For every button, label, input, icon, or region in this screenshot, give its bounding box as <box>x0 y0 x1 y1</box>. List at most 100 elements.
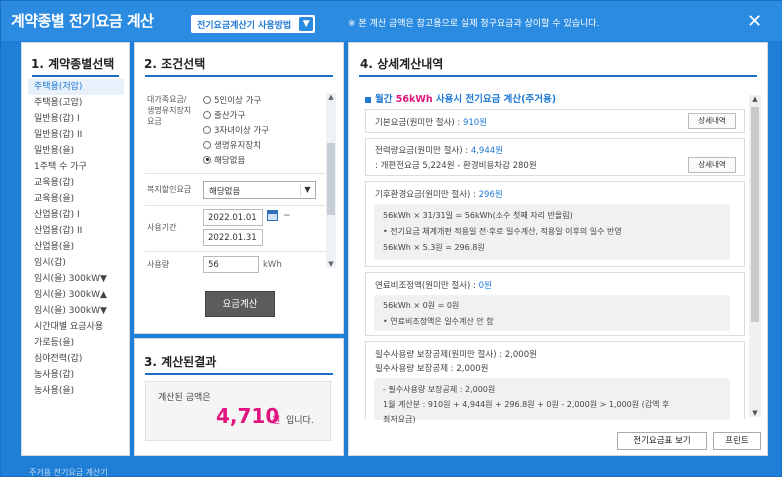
climate-charge-line: 기후환경요금(원미만 절사) : 296원 <box>375 188 503 200</box>
calculate-button[interactable]: 요금계산 <box>205 291 275 317</box>
climate-charge-value: 296원 <box>478 190 503 200</box>
contract-type-item[interactable]: 농사용(을) <box>28 383 124 399</box>
scroll-thumb[interactable] <box>751 107 759 322</box>
contract-type-item[interactable]: 시간대별 요금사용 <box>28 319 124 335</box>
energy-detail-button[interactable]: 상세내역 <box>688 157 736 173</box>
welfare-select[interactable]: 해당없음 ▼ <box>203 181 316 199</box>
scroll-up-icon[interactable]: ▲ <box>749 95 761 103</box>
radio-circle[interactable] <box>203 140 211 149</box>
energy-charge-box: 전력량요금(원미만 절사) : 4,944원 : 개편전요금 5,224원 - … <box>365 138 745 176</box>
calendar-icon[interactable] <box>267 210 278 221</box>
radio-birth[interactable]: 출산가구 <box>203 108 245 121</box>
contract-type-item[interactable]: 일반용(갑) I <box>28 111 124 127</box>
title-divider <box>145 373 333 375</box>
welfare-value: 해당없음 <box>209 187 241 197</box>
scroll-thumb[interactable] <box>327 143 335 215</box>
conditions-title: 2. 조건선택 <box>144 57 206 71</box>
min-guarantee-line: 필수사용량 보장공제(원미만 절사) : 2,000원 <box>375 350 537 360</box>
energy-charge-value: 4,944원 <box>470 146 503 156</box>
radio-life-support[interactable]: 생명유지장치 <box>203 138 261 151</box>
usage-guide-dropdown[interactable]: 전기요금계산기 사용방법 ▼ <box>191 15 316 33</box>
base-charge-line: 기본요금(원미만 절사) : 910원 <box>375 116 487 128</box>
detail-scrollbar[interactable]: ▲ ▼ <box>749 95 761 417</box>
discount-label-line1: 대가족요금/ <box>147 95 187 104</box>
contract-type-item[interactable]: 임시(을) 300kW▼ <box>28 271 124 287</box>
detail-title: 4. 상세계산내역 <box>360 57 444 71</box>
discount-label-line2: 생명유지장치 <box>147 106 192 115</box>
divider <box>145 173 329 174</box>
radio-circle[interactable] <box>203 95 211 104</box>
view-rate-table-button[interactable]: 전기요금표 보기 <box>617 432 707 450</box>
fuel-adjust-label: 연료비조정액(원미만 절사) : <box>375 281 479 291</box>
conditions-scrollbar[interactable]: ▲ ▼ <box>326 93 336 268</box>
min-calc-line: 1월 계산분 : 910원 + 4,944원 + 296.8원 + 0원 - 2… <box>383 400 670 409</box>
title-divider <box>32 75 119 77</box>
radio-none[interactable]: 해당없음 <box>203 153 245 166</box>
base-detail-button[interactable]: 상세내역 <box>688 113 736 129</box>
scroll-down-icon[interactable]: ▼ <box>326 260 336 268</box>
window-header: 계약종별 전기요금 계산 전기요금계산기 사용방법 ▼ ※ 본 계산 금액은 참… <box>1 1 782 41</box>
date-from-input[interactable]: 2022.01.01 <box>203 209 263 226</box>
climate-calc-line: 56kWh × 31/31일 = 56kWh(소수 첫째 자리 반올림) <box>383 211 573 220</box>
fuel-adjust-box: 연료비조정액(원미만 절사) : 0원 56kWh × 0원 = 0원 • 연료… <box>365 272 745 336</box>
conditions-panel: 2. 조건선택 대가족요금/ 생명유지장치 요금 5인이상 가구 출산가구 3자… <box>134 42 344 334</box>
contract-type-item[interactable]: 일반용(을) <box>28 143 124 159</box>
min-guarantee-line: 필수사용량 보장공제 : 2,000원 <box>375 364 489 374</box>
radio-circle[interactable] <box>203 125 211 134</box>
radio-label: 출산가구 <box>214 110 246 121</box>
contract-type-item[interactable]: 주택용(고압) <box>28 95 124 111</box>
usage-label: 사용량 <box>147 260 170 269</box>
contract-type-item[interactable]: 산업용(을) <box>28 239 124 255</box>
subtitle-pre: 월간 <box>375 94 396 105</box>
min-calc-line: - 필수사용량 보장공제 : 2,000원 <box>383 385 496 394</box>
contract-type-item[interactable]: 일반용(갑) II <box>28 127 124 143</box>
period-label: 사용기간 <box>147 223 177 232</box>
fuel-calc-box: 56kWh × 0원 = 0원 • 연료비조정액은 일수계산 안 함 <box>374 295 730 331</box>
radio-label: 해당없음 <box>214 155 246 166</box>
climate-charge-label: 기후환경요금(원미만 절사) : <box>375 190 479 200</box>
climate-calc-line: • 전기요금 체계개편 적용일 전·후로 일수계산, 적용일 이후의 일수 반영 <box>383 227 622 236</box>
contract-type-item[interactable]: 가로등(을) <box>28 335 124 351</box>
title-divider <box>359 75 757 77</box>
contract-type-item[interactable]: 주택용(저압) <box>28 79 124 95</box>
scroll-down-icon[interactable]: ▼ <box>749 409 761 417</box>
date-to-input[interactable]: 2022.01.31 <box>203 229 263 246</box>
contract-type-item[interactable]: 심야전력(갑) <box>28 351 124 367</box>
radio-label: 3자녀이상 가구 <box>214 125 270 136</box>
contract-type-item[interactable]: 임시(갑) <box>28 255 124 271</box>
contract-type-item[interactable]: 산업용(갑) II <box>28 223 124 239</box>
window-title: 계약종별 전기요금 계산 <box>11 12 154 30</box>
result-suffix: 입니다. <box>286 416 314 426</box>
usage-input[interactable]: 56 <box>203 256 259 273</box>
result-label: 계산된 금액은 <box>158 393 211 403</box>
radio-circle-selected[interactable] <box>203 155 211 164</box>
contract-type-item[interactable]: 교육용(을) <box>28 191 124 207</box>
energy-charge-line: 전력량요금(원미만 절사) : 4,944원 <box>375 144 503 156</box>
close-icon[interactable]: ✕ <box>747 13 762 31</box>
contract-type-item[interactable]: 1주택 수 가구 <box>28 159 124 175</box>
contract-type-item[interactable]: 교육용(갑) <box>28 175 124 191</box>
print-button[interactable]: 프린트 <box>713 432 761 450</box>
disclaimer-notice: ※ 본 계산 금액은 참고용으로 실제 청구요금과 상이할 수 있습니다. <box>348 19 600 29</box>
climate-charge-box: 기후환경요금(원미만 절사) : 296원 56kWh × 31/31일 = 5… <box>365 181 745 267</box>
bullet-square-icon <box>365 96 371 103</box>
base-charge-box: 기본요금(원미만 절사) : 910원 상세내역 <box>365 109 745 133</box>
base-charge-label: 기본요금(원미만 절사) : <box>375 118 463 128</box>
scroll-up-icon[interactable]: ▲ <box>326 93 336 101</box>
divider <box>145 251 329 252</box>
radio-three-children[interactable]: 3자녀이상 가구 <box>203 123 269 136</box>
fuel-calc-line: • 연료비조정액은 일수계산 안 함 <box>383 317 494 326</box>
result-panel: 3. 계산된결과 계산된 금액은 4,710 원 입니다. <box>134 338 344 456</box>
contract-type-title: 1. 계약종별선택 <box>31 57 115 71</box>
usage-unit: kWh <box>263 260 282 270</box>
radio-five-plus[interactable]: 5인이상 가구 <box>203 93 261 106</box>
chevron-down-icon: ▼ <box>299 17 314 31</box>
contract-type-item[interactable]: 임시(을) 300kW▲ <box>28 287 124 303</box>
subtitle-post: 사용시 전기요금 계산(주거용) <box>432 94 557 105</box>
contract-type-item[interactable]: 산업용(갑) I <box>28 207 124 223</box>
contract-type-item[interactable]: 농사용(갑) <box>28 367 124 383</box>
calculator-window: 계약종별 전기요금 계산 전기요금계산기 사용방법 ▼ ※ 본 계산 금액은 참… <box>0 0 782 477</box>
contract-type-item[interactable]: 임시(을) 300kW▼ <box>28 303 124 319</box>
radio-circle[interactable] <box>203 110 211 119</box>
climate-calc-box: 56kWh × 31/31일 = 56kWh(소수 첫째 자리 반올림) • 전… <box>374 204 730 260</box>
